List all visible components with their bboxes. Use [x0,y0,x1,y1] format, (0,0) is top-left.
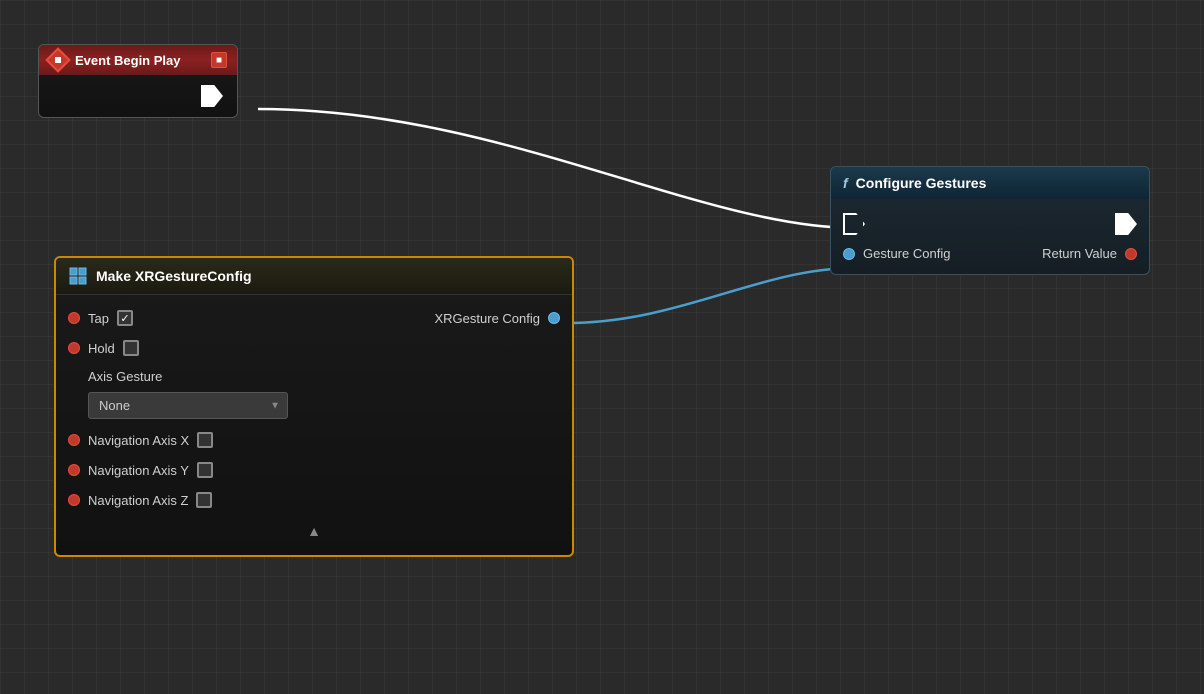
hold-input-pin[interactable] [68,342,80,354]
make-xrgestureconfig-title: Make XRGestureConfig [96,268,252,284]
event-exec-out-pin[interactable] [201,85,223,107]
axis-gesture-label: Axis Gesture [56,363,572,386]
make-xrgestureconfig-header: Make XRGestureConfig [56,258,572,295]
hold-label: Hold [88,341,115,356]
configure-exec-out-pin[interactable] [1115,213,1137,235]
axis-gesture-dropdown-row: None [56,386,572,425]
xr-gesture-config-output: XRGesture Config [435,311,561,326]
nav-axis-z-label: Navigation Axis Z [88,493,188,508]
hold-pin-left: Hold [68,340,139,356]
nav-axis-y-input-pin[interactable] [68,464,80,476]
configure-exec-row [831,207,1149,241]
hold-row: Hold [56,333,572,363]
tap-pin-left: Tap ✓ [68,310,133,326]
event-begin-play-title: Event Begin Play [75,53,203,68]
nav-axis-x-row: Navigation Axis X [56,425,572,455]
nav-axis-x-checkbox[interactable] [197,432,213,448]
nav-axis-z-input-pin[interactable] [68,494,80,506]
tap-row: Tap ✓ XRGesture Config [56,303,572,333]
event-begin-play-body [39,75,237,117]
configure-data-row: Gesture Config Return Value [831,241,1149,266]
gesture-config-pin[interactable] [843,248,855,260]
xr-gesture-config-label: XRGesture Config [435,311,541,326]
tap-input-pin[interactable] [68,312,80,324]
nav-axis-z-row: Navigation Axis Z [56,485,572,515]
make-xrgestureconfig-node: Make XRGestureConfig Tap ✓ XRGesture Con… [54,256,574,557]
xr-gesture-config-pin[interactable] [548,312,560,324]
nav-axis-x-input-pin[interactable] [68,434,80,446]
event-begin-play-close[interactable]: ■ [211,52,227,68]
return-value-pin[interactable] [1125,248,1137,260]
struct-icon [68,266,88,286]
return-value-label: Return Value [1042,246,1117,261]
nav-axis-x-left: Navigation Axis X [68,432,213,448]
tap-checkbox[interactable]: ✓ [117,310,133,326]
collapse-arrow-icon[interactable]: ▲ [307,523,321,539]
exec-wire [258,109,856,228]
gesture-config-label: Gesture Config [863,246,950,261]
nav-axis-z-checkbox[interactable] [196,492,212,508]
function-icon: f [843,175,848,191]
data-wire [567,268,855,323]
nav-axis-y-label: Navigation Axis Y [88,463,189,478]
tap-label: Tap [88,311,109,326]
axis-gesture-dropdown-wrapper[interactable]: None [88,392,288,419]
event-begin-play-node: Event Begin Play ■ [38,44,238,118]
hold-checkbox[interactable] [123,340,139,356]
configure-gestures-title: Configure Gestures [856,175,987,191]
configure-gestures-header: f Configure Gestures [831,167,1149,199]
configure-exec-in-pin[interactable] [843,213,865,235]
axis-gesture-select[interactable]: None [88,392,288,419]
nav-axis-y-checkbox[interactable] [197,462,213,478]
nav-axis-x-label: Navigation Axis X [88,433,189,448]
node-footer: ▲ [56,515,572,547]
configure-gestures-body: Gesture Config Return Value [831,199,1149,274]
return-value-pin-right: Return Value [1042,246,1137,261]
gesture-config-pin-left: Gesture Config [843,246,950,261]
event-begin-play-header: Event Begin Play ■ [39,45,237,75]
configure-gestures-node: f Configure Gestures Gesture Config Retu… [830,166,1150,275]
event-icon [45,47,70,72]
make-xrgestureconfig-body: Tap ✓ XRGesture Config Hold Axis Gesture… [56,295,572,555]
nav-axis-y-row: Navigation Axis Y [56,455,572,485]
nav-axis-y-left: Navigation Axis Y [68,462,213,478]
nav-axis-z-left: Navigation Axis Z [68,492,212,508]
